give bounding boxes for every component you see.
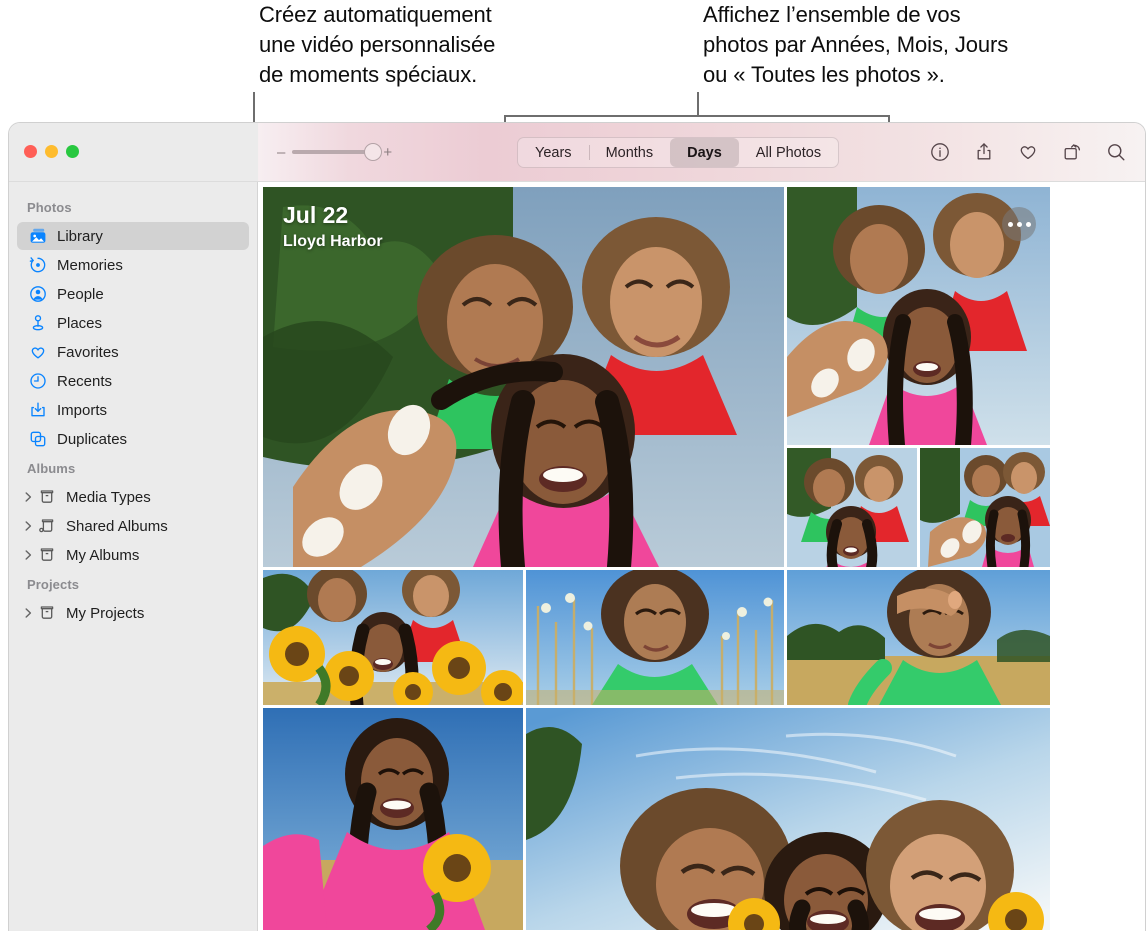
segment-years[interactable]: Years [518,138,589,167]
segment-months[interactable]: Months [588,138,671,167]
photo-grid-area: Jul 22 Lloyd Harbor [258,182,1145,931]
places-icon [28,313,48,333]
album-icon [37,487,57,507]
photo-tile-field-portrait[interactable] [526,570,784,705]
heart-icon [28,342,48,362]
sidebar-item-label: Duplicates [57,430,128,448]
clock-icon [28,371,48,391]
chevron-right-icon[interactable] [22,491,35,503]
view-modes-callout-text: Affichez l’ensemble de vos photos par An… [703,2,1009,87]
sidebar-item-memories[interactable]: Memories [17,251,249,279]
memories-callout-text: Créez automatiquement une vidéo personna… [259,2,496,87]
screenshot-root: Créez automatiquement une vidéo personna… [0,0,1146,931]
photo-tile-sunflowers[interactable] [263,570,523,705]
zoom-button[interactable] [66,145,79,158]
sidebar-item-media-types[interactable]: Media Types [17,483,249,511]
photo-grid: Jul 22 Lloyd Harbor [263,187,1140,931]
zoom-out-icon[interactable]: – [277,145,285,160]
photos-window: – + Years Months Days All Photos Photos … [8,122,1146,931]
minimize-button[interactable] [45,145,58,158]
photo-tile-two-heads[interactable] [787,448,917,567]
sidebar-section-projects-title: Projects [27,577,80,592]
sidebar-item-shared-albums[interactable]: Shared Albums [17,512,249,540]
view-mode-segmented-control[interactable]: Years Months Days All Photos [517,137,840,168]
sidebar-item-label: Imports [57,401,108,419]
photo-tile-three-laughing[interactable] [526,708,1050,930]
rotate-icon[interactable] [1061,141,1083,163]
duplicates-icon [28,429,48,449]
window-toolbar: – + Years Months Days All Photos [9,123,1145,182]
sidebar-item-label: My Albums [66,546,140,564]
thumbnail-zoom-slider[interactable]: – + [277,123,392,181]
photo-tile-sunflower-selfie[interactable] [263,708,523,930]
heart-icon[interactable] [1017,141,1039,163]
chevron-right-icon[interactable] [22,607,35,619]
share-icon[interactable] [973,141,995,163]
people-icon [28,284,48,304]
sidebar-section-photos-title: Photos [27,200,72,215]
close-button[interactable] [24,145,37,158]
sidebar-item-library[interactable]: Library [17,222,249,250]
callout-2-leader-vertical [697,92,699,117]
photo-tile-group-hand[interactable] [920,448,1050,567]
sidebar-item-people[interactable]: People [17,280,249,308]
window-body: Photos Library Memories People Places Fa… [9,182,1145,931]
sidebar-item-label: Shared Albums [66,517,168,535]
traffic-light-buttons[interactable] [24,145,79,158]
photo-tile-hero[interactable]: Jul 22 Lloyd Harbor [263,187,784,567]
photo-tile-hand-on-face[interactable] [787,570,1050,705]
library-icon [28,226,48,246]
sidebar-item-label: Media Types [66,488,151,506]
sidebar-item-recents[interactable]: Recents [17,367,249,395]
dot [1016,221,1022,227]
sidebar: Photos Library Memories People Places Fa… [9,182,258,931]
dot [1025,221,1031,227]
album-icon [37,545,57,565]
shared-album-icon [37,516,57,536]
sidebar-item-places[interactable]: Places [17,309,249,337]
album-icon [37,603,57,623]
photo-tile-trio-selfie[interactable] [787,187,1050,445]
dot [1007,221,1013,227]
chevron-right-icon[interactable] [22,520,35,532]
chevron-right-icon[interactable] [22,549,35,561]
sidebar-item-label: My Projects [66,604,145,622]
zoom-in-icon[interactable]: + [383,145,392,160]
sidebar-item-imports[interactable]: Imports [17,396,249,424]
memories-icon [28,255,48,275]
sidebar-item-label: Places [57,314,103,332]
sidebar-item-label: Memories [57,256,123,274]
segment-all-photos[interactable]: All Photos [739,138,838,167]
sidebar-item-label: Library [57,227,103,245]
toolbar-action-buttons [929,123,1127,181]
callout-2-bracket-top [504,115,890,117]
sidebar-section-albums-title: Albums [27,461,76,476]
sidebar-item-label: People [57,285,104,303]
sidebar-item-favorites[interactable]: Favorites [17,338,249,366]
search-icon[interactable] [1105,141,1127,163]
zoom-slider-thumb[interactable] [364,143,383,161]
sidebar-item-my-projects[interactable]: My Projects [17,599,249,627]
sidebar-item-duplicates[interactable]: Duplicates [17,425,249,453]
import-icon [28,400,48,420]
sidebar-item-my-albums[interactable]: My Albums [17,541,249,569]
more-options-button[interactable] [1002,207,1036,241]
sidebar-item-label: Recents [57,372,113,390]
sidebar-item-label: Favorites [57,343,119,361]
info-icon[interactable] [929,141,951,163]
segment-days[interactable]: Days [670,138,739,167]
zoom-slider-track[interactable] [292,143,383,161]
